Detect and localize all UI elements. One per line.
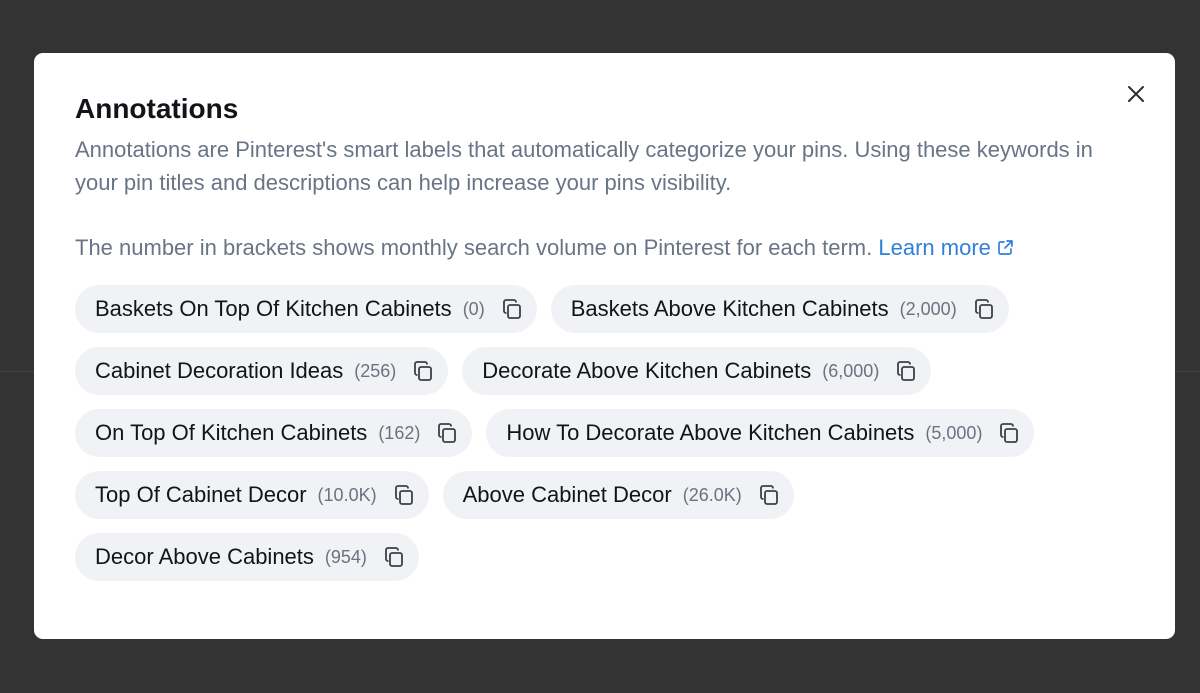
copy-button[interactable] bbox=[434, 420, 460, 446]
copy-icon bbox=[394, 485, 413, 505]
copy-icon bbox=[414, 361, 433, 381]
annotation-count: (0) bbox=[462, 298, 485, 319]
annotation-chip[interactable]: Decor Above Cabinets (954) bbox=[75, 533, 419, 581]
annotation-count: (26.0K) bbox=[682, 484, 742, 505]
copy-icon bbox=[759, 485, 778, 505]
copy-button[interactable] bbox=[391, 482, 417, 508]
annotation-chip[interactable]: Baskets On Top Of Kitchen Cabinets (0) bbox=[75, 285, 537, 333]
annotation-count: (5,000) bbox=[925, 422, 983, 443]
annotation-count: (162) bbox=[378, 422, 421, 443]
annotation-chip[interactable]: Decorate Above Kitchen Cabinets (6,000) bbox=[462, 347, 932, 395]
annotation-label: How To Decorate Above Kitchen Cabinets bbox=[506, 420, 915, 445]
annotation-chip[interactable]: Baskets Above Kitchen Cabinets (2,000) bbox=[550, 285, 1009, 333]
copy-button[interactable] bbox=[381, 544, 407, 570]
copy-button[interactable] bbox=[756, 482, 782, 508]
modal-description: Annotations are Pinterest's smart labels… bbox=[75, 137, 1093, 195]
learn-more-label: Learn more bbox=[878, 235, 991, 260]
annotation-chip[interactable]: On Top Of Kitchen Cabinets (162) bbox=[75, 409, 473, 457]
copy-icon bbox=[438, 423, 457, 443]
annotation-label: Cabinet Decoration Ideas bbox=[95, 358, 344, 383]
annotation-label: Decorate Above Kitchen Cabinets bbox=[482, 358, 812, 383]
close-button[interactable] bbox=[1123, 81, 1149, 107]
copy-icon bbox=[385, 547, 403, 567]
annotation-chip[interactable]: Above Cabinet Decor (26.0K) bbox=[442, 471, 794, 519]
annotation-count: (256) bbox=[354, 360, 397, 381]
copy-button[interactable] bbox=[893, 358, 919, 384]
annotation-label: Decor Above Cabinets bbox=[95, 544, 314, 569]
copy-button[interactable] bbox=[996, 420, 1022, 446]
copy-icon bbox=[897, 361, 916, 381]
external-link-icon bbox=[998, 240, 1013, 255]
annotation-count: (2,000) bbox=[899, 298, 957, 319]
annotation-label: Top Of Cabinet Decor bbox=[95, 482, 307, 507]
search-volume-note-text: The number in brackets shows monthly sea… bbox=[75, 235, 873, 260]
modal-title: Annotations bbox=[75, 93, 239, 124]
annotation-chip[interactable]: Top Of Cabinet Decor (10.0K) bbox=[75, 471, 429, 519]
copy-icon bbox=[502, 299, 521, 319]
annotation-label: On Top Of Kitchen Cabinets bbox=[95, 420, 368, 445]
annotation-chip[interactable]: How To Decorate Above Kitchen Cabinets (… bbox=[486, 409, 1035, 457]
learn-more-link[interactable]: Learn more bbox=[878, 231, 1014, 264]
copy-button[interactable] bbox=[971, 296, 997, 322]
annotation-count: (954) bbox=[324, 546, 367, 567]
annotation-chip-list: Baskets On Top Of Kitchen Cabinets (0) B… bbox=[75, 285, 1135, 581]
copy-button[interactable] bbox=[499, 296, 525, 322]
copy-icon bbox=[974, 299, 993, 319]
annotation-count: (10.0K) bbox=[317, 484, 377, 505]
annotation-chip[interactable]: Cabinet Decoration Ideas (256) bbox=[75, 347, 449, 395]
annotations-modal: Annotations Annotations are Pinterest's … bbox=[34, 53, 1175, 639]
annotation-label: Baskets Above Kitchen Cabinets bbox=[570, 296, 889, 321]
annotation-label: Above Cabinet Decor bbox=[462, 482, 672, 507]
copy-button[interactable] bbox=[410, 358, 436, 384]
annotation-count: (6,000) bbox=[822, 360, 880, 381]
search-volume-note: The number in brackets shows monthly sea… bbox=[75, 231, 1135, 264]
annotation-label: Baskets On Top Of Kitchen Cabinets bbox=[95, 296, 452, 321]
close-icon bbox=[1128, 86, 1144, 102]
copy-icon bbox=[1000, 423, 1019, 443]
